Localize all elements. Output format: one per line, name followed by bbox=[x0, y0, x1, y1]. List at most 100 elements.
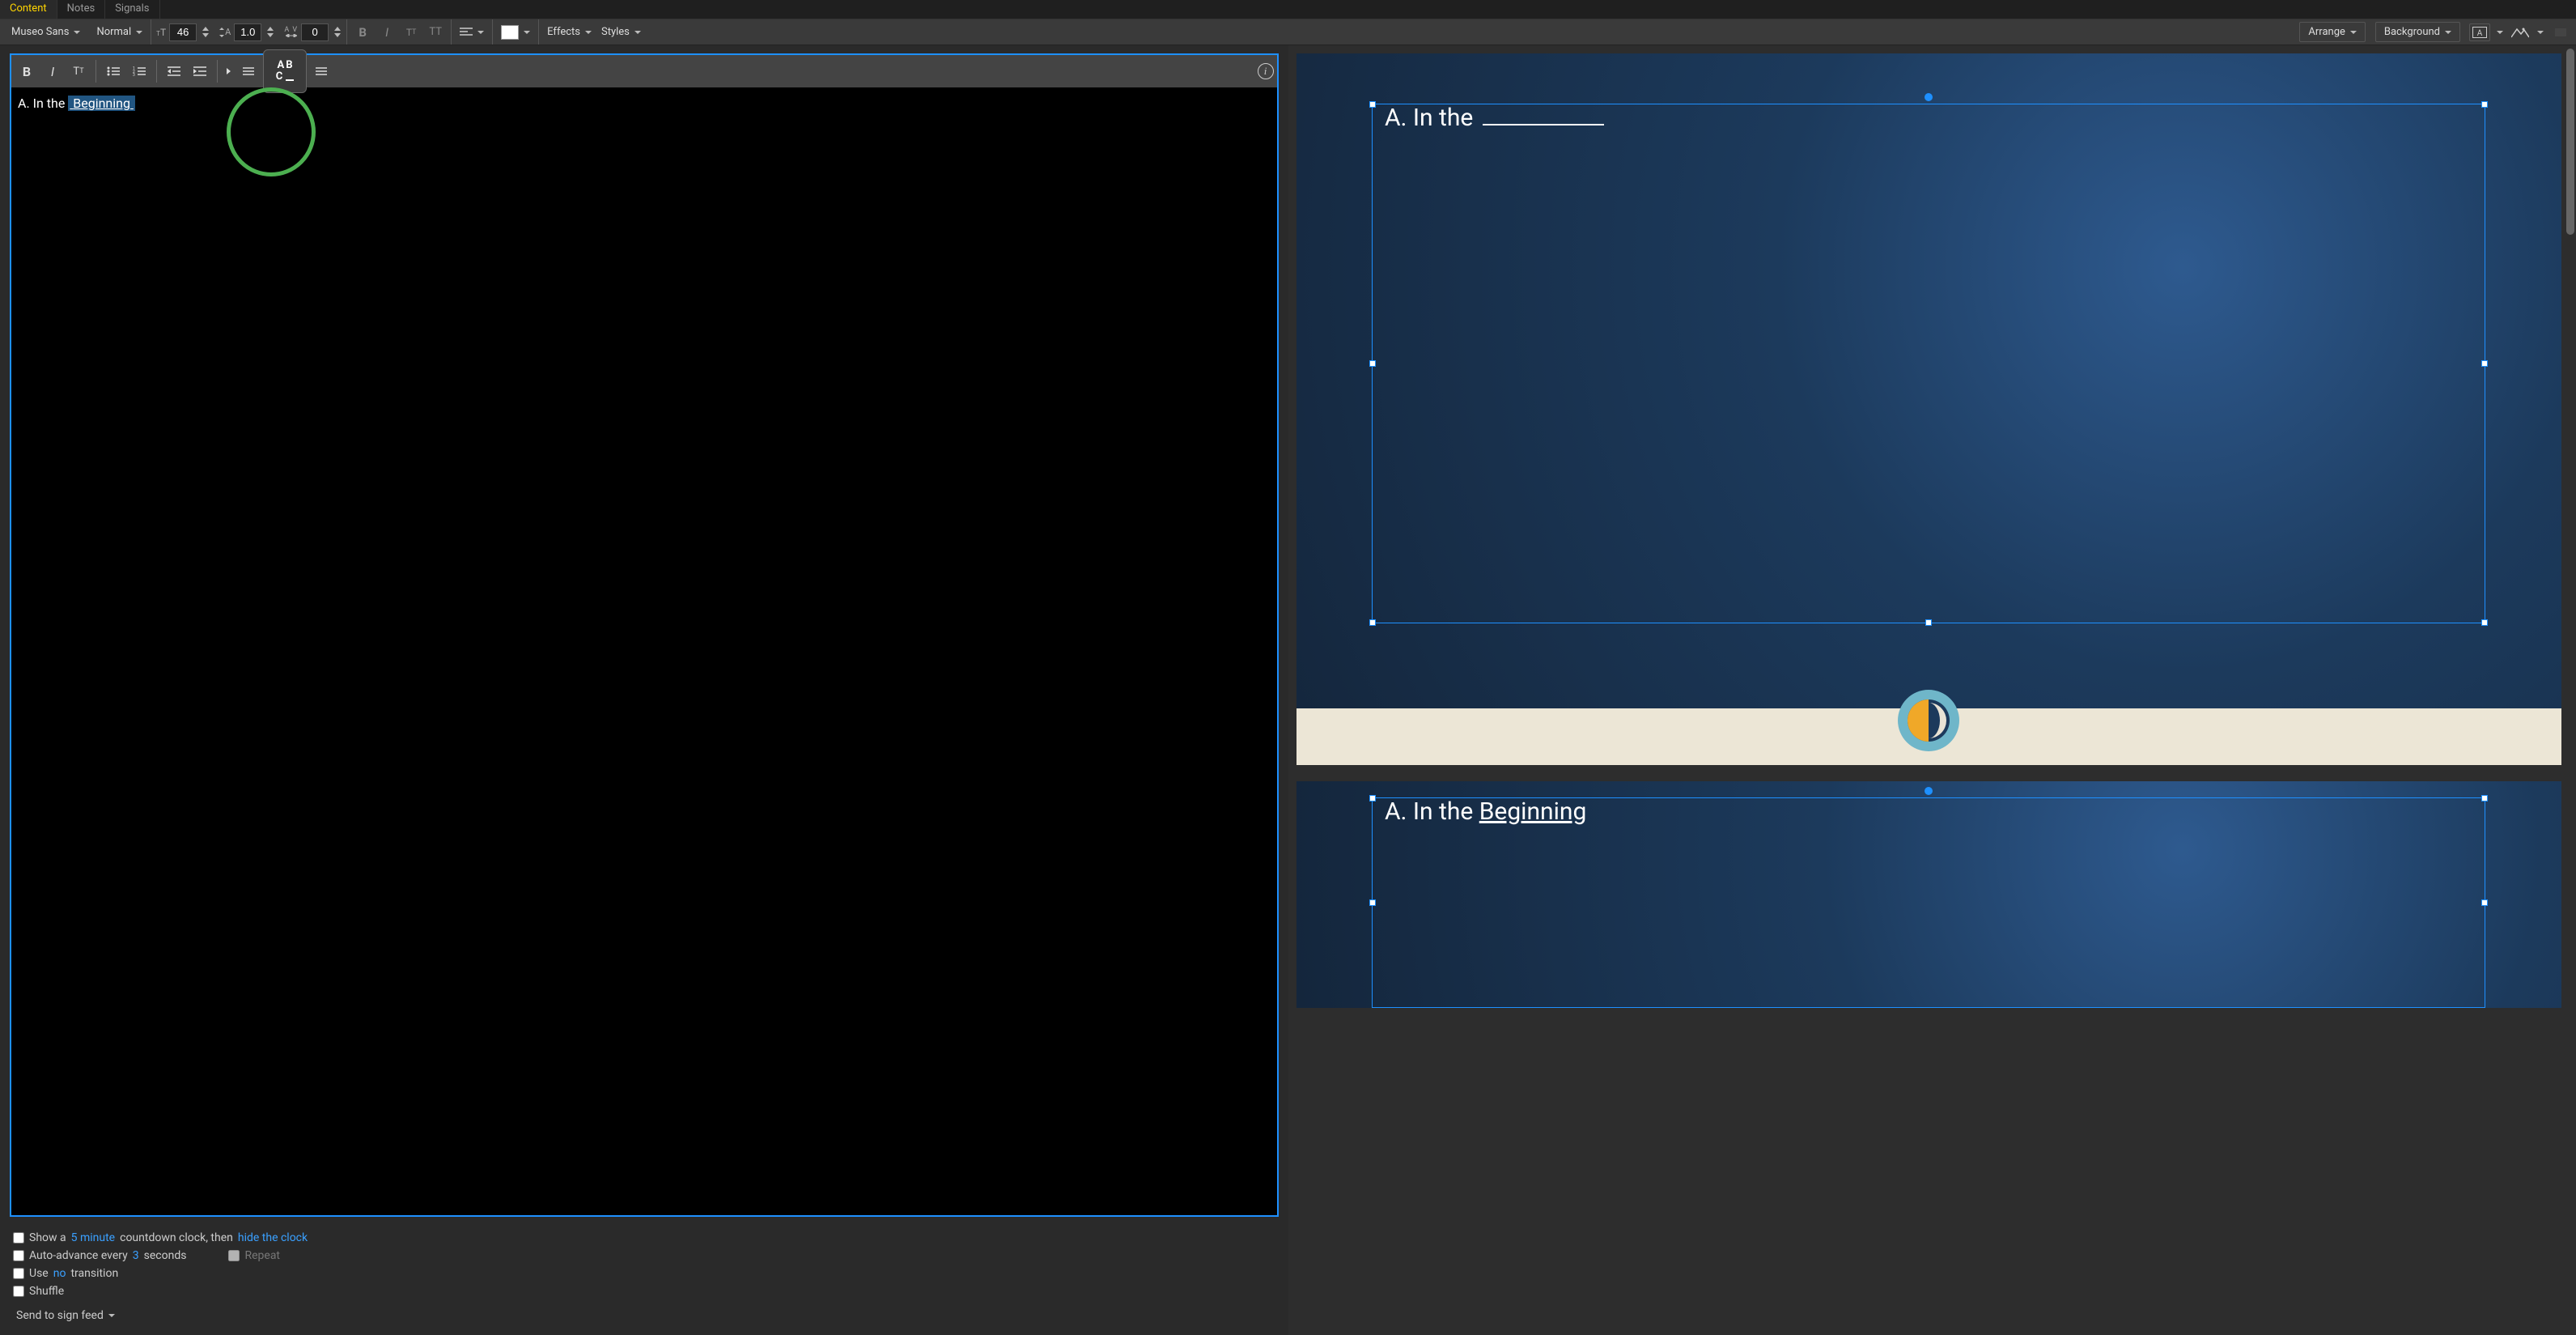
resize-handle[interactable] bbox=[1369, 899, 1376, 906]
moon-icon bbox=[1896, 688, 1961, 753]
opt-text: Show a bbox=[29, 1231, 66, 1244]
styles-select[interactable]: Styles bbox=[598, 24, 644, 40]
resize-handle[interactable] bbox=[1369, 360, 1376, 367]
indent-button[interactable] bbox=[188, 59, 212, 83]
caret-icon bbox=[74, 31, 80, 34]
resize-handle[interactable] bbox=[1925, 619, 1932, 626]
caret-icon bbox=[108, 1314, 115, 1317]
number-list-button[interactable]: 123 bbox=[127, 59, 151, 83]
preview-pane[interactable]: A. In the bbox=[1288, 45, 2576, 1335]
background-select[interactable]: Background bbox=[2375, 22, 2460, 42]
scrollbar-thumb[interactable] bbox=[2566, 49, 2574, 235]
font-size-stepper[interactable] bbox=[202, 26, 210, 39]
tracking-input[interactable] bbox=[301, 23, 329, 41]
caret-icon bbox=[2350, 31, 2357, 34]
repeat-checkbox[interactable] bbox=[228, 1250, 240, 1261]
preview-slide-2[interactable]: A. In the Beginning bbox=[1296, 781, 2562, 1008]
text-tool-button[interactable]: A bbox=[2469, 23, 2490, 41]
textbox-selection[interactable] bbox=[1372, 797, 2485, 1008]
fill-color-swatch bbox=[501, 25, 519, 40]
editor-textarea[interactable]: A. In the Beginning bbox=[11, 87, 1277, 1215]
align-select[interactable] bbox=[456, 26, 487, 39]
font-size-input[interactable] bbox=[169, 23, 197, 41]
caret-icon bbox=[585, 31, 592, 34]
bold-button[interactable]: B bbox=[15, 59, 39, 83]
font-select[interactable]: Museo Sans bbox=[8, 24, 83, 40]
shape-tool-button[interactable] bbox=[2510, 23, 2531, 41]
allcaps-button[interactable]: TT bbox=[425, 22, 446, 43]
top-tabs: Content Notes Signals bbox=[0, 0, 2576, 19]
effects-label: Effects bbox=[547, 26, 580, 38]
weight-name: Normal bbox=[96, 26, 131, 38]
opt-text: seconds bbox=[144, 1249, 187, 1262]
fill-blank-token[interactable]: Beginning bbox=[68, 96, 135, 111]
caret-icon bbox=[2537, 31, 2544, 34]
tab-content[interactable]: Content bbox=[0, 0, 57, 19]
smallcaps-button[interactable]: TT bbox=[401, 22, 422, 43]
align-left-icon bbox=[460, 28, 473, 37]
opt-text: Shuffle bbox=[29, 1285, 64, 1298]
autoadvance-value-link[interactable]: 3 bbox=[133, 1249, 139, 1262]
send-to-sign-feed[interactable]: Send to sign feed bbox=[13, 1307, 1275, 1324]
editor-text: A. In the bbox=[18, 96, 68, 111]
tracking-stepper[interactable] bbox=[333, 26, 342, 39]
smallcaps-button[interactable]: TT bbox=[66, 59, 91, 83]
resize-handle[interactable] bbox=[1369, 101, 1376, 108]
italic-button[interactable]: I bbox=[376, 22, 397, 43]
filled-word: Beginning bbox=[1479, 797, 1587, 826]
countdown-minutes-link[interactable]: 5 minute bbox=[71, 1231, 115, 1244]
resize-handle[interactable] bbox=[1369, 795, 1376, 801]
bold-button[interactable]: B bbox=[352, 22, 373, 43]
tracking-icon: A V bbox=[284, 27, 298, 37]
rotate-handle[interactable] bbox=[1925, 93, 1933, 101]
resize-handle[interactable] bbox=[2481, 795, 2488, 801]
transition-checkbox[interactable] bbox=[13, 1268, 24, 1279]
extra-tool-button[interactable] bbox=[2550, 23, 2571, 41]
weight-select[interactable]: Normal bbox=[93, 24, 146, 40]
info-button[interactable]: i bbox=[1258, 63, 1274, 79]
resize-handle[interactable] bbox=[2481, 899, 2488, 906]
fill-color-select[interactable] bbox=[498, 23, 533, 41]
countdown-end-link[interactable]: hide the clock bbox=[238, 1231, 308, 1244]
resize-handle[interactable] bbox=[2481, 619, 2488, 626]
opt-text: Use bbox=[29, 1267, 49, 1280]
slide-title: A. In the bbox=[1385, 104, 1604, 132]
preview-slide-1[interactable]: A. In the bbox=[1296, 53, 2562, 765]
transition-link[interactable]: no bbox=[53, 1267, 66, 1280]
resize-handle[interactable] bbox=[1369, 619, 1376, 626]
caret-icon bbox=[136, 31, 142, 34]
menu-button[interactable] bbox=[223, 59, 239, 83]
svg-text:A: A bbox=[2477, 29, 2483, 38]
tab-signals[interactable]: Signals bbox=[105, 0, 159, 19]
line-height-stepper[interactable] bbox=[266, 26, 274, 39]
list-icon-left bbox=[240, 59, 257, 83]
outdent-button[interactable] bbox=[162, 59, 186, 83]
caret-icon bbox=[524, 31, 530, 34]
send-label: Send to sign feed bbox=[16, 1309, 104, 1322]
shuffle-checkbox[interactable] bbox=[13, 1286, 24, 1297]
blank-line bbox=[1483, 104, 1604, 125]
fill-in-blank-button[interactable]: AB C bbox=[263, 49, 307, 93]
resize-handle[interactable] bbox=[2481, 101, 2488, 108]
italic-button[interactable]: I bbox=[40, 59, 65, 83]
arrange-label: Arrange bbox=[2308, 26, 2345, 38]
line-height-input[interactable] bbox=[234, 23, 261, 41]
opt-text: Repeat bbox=[244, 1249, 280, 1262]
opt-text: transition bbox=[70, 1267, 118, 1280]
autoadvance-checkbox[interactable] bbox=[13, 1250, 24, 1261]
tab-notes[interactable]: Notes bbox=[57, 0, 106, 19]
countdown-checkbox[interactable] bbox=[13, 1232, 24, 1244]
editor-panel: B I TT 123 bbox=[10, 53, 1279, 1217]
resize-handle[interactable] bbox=[2481, 360, 2488, 367]
rotate-handle[interactable] bbox=[1925, 787, 1933, 795]
styles-label: Styles bbox=[601, 26, 630, 38]
textbox-selection[interactable] bbox=[1372, 104, 2485, 623]
list-icon-right bbox=[313, 59, 329, 83]
arrange-select[interactable]: Arrange bbox=[2299, 22, 2365, 42]
bullet-list-button[interactable] bbox=[101, 59, 125, 83]
caret-icon bbox=[2445, 31, 2451, 34]
caret-icon bbox=[477, 31, 484, 34]
mountain-icon bbox=[2511, 27, 2529, 38]
effects-select[interactable]: Effects bbox=[544, 24, 595, 40]
caret-icon bbox=[2497, 31, 2503, 34]
